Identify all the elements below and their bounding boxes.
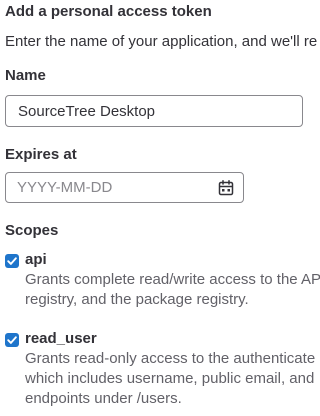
intro-text: Enter the name of your application, and … xyxy=(5,33,318,50)
scope-read-user-checkbox[interactable] xyxy=(5,333,19,347)
scope-read-user-description-line: which includes username, public email, a… xyxy=(25,370,315,387)
name-field[interactable] xyxy=(6,96,302,126)
scope-read-user-name: read_user xyxy=(25,330,97,347)
checkmark-icon xyxy=(7,257,17,265)
checkmark-icon xyxy=(7,336,17,344)
scopes-label: Scopes xyxy=(5,222,59,239)
form-heading: Add a personal access token xyxy=(5,3,212,20)
scope-api-checkbox[interactable] xyxy=(5,254,19,268)
expires-at-label: Expires at xyxy=(5,146,77,163)
name-field-wrapper xyxy=(5,95,303,127)
scope-api-description-line: registry, and the package registry. xyxy=(25,291,249,308)
scope-read-user-description-line: Grants read-only access to the authentic… xyxy=(25,350,316,367)
scope-api-description-line: Grants complete read/write access to the… xyxy=(25,271,320,288)
expires-at-field-wrapper xyxy=(5,172,244,203)
name-label: Name xyxy=(5,67,46,84)
scope-api-name: api xyxy=(25,251,47,268)
scope-read-user-description-line: endpoints under /users. xyxy=(25,390,182,407)
calendar-icon[interactable] xyxy=(218,180,234,196)
expires-at-field[interactable] xyxy=(6,173,206,202)
